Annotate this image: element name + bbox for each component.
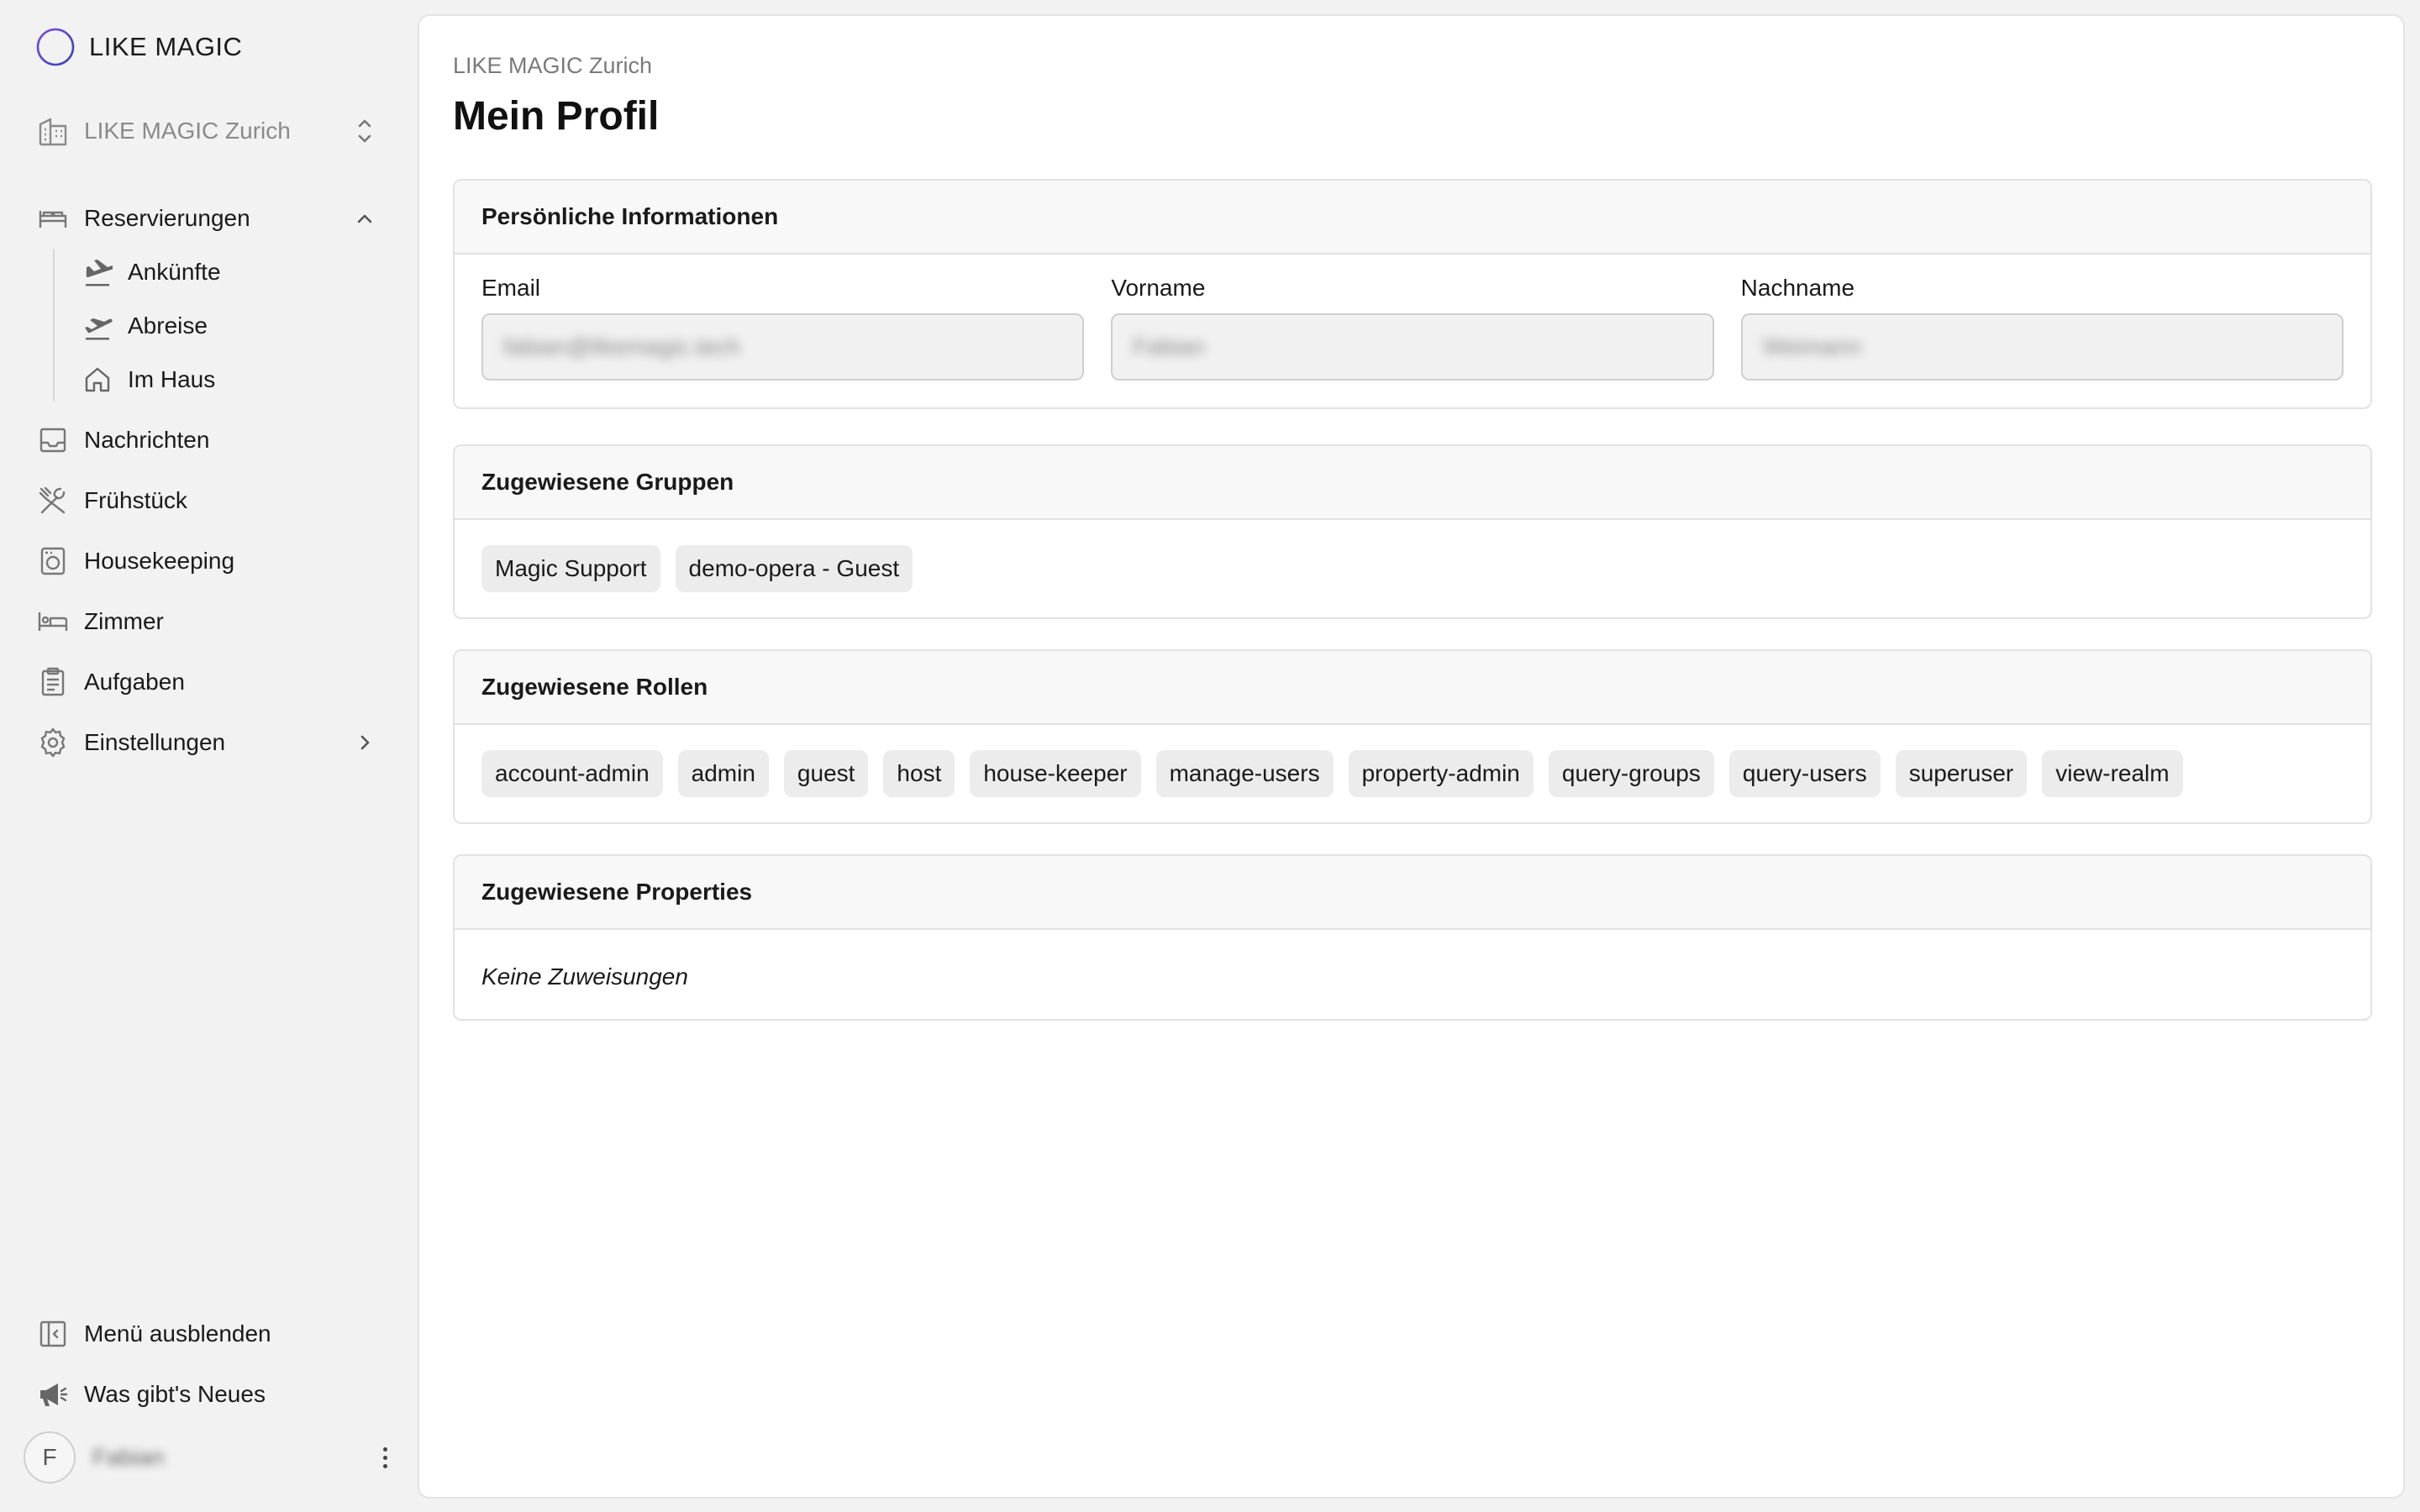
groups-body: Magic Support demo-opera - Guest [455, 520, 2370, 617]
sidebar-item-im-haus[interactable]: Im Haus [82, 358, 376, 402]
card-title: Zugewiesene Gruppen [455, 446, 2370, 520]
empty-state-text: Keine Zuweisungen [481, 963, 688, 990]
lastname-field[interactable]: Weimann [1740, 313, 2344, 381]
sidebar-item-label: Einstellungen [84, 729, 226, 755]
card-title: Persönliche Informationen [455, 181, 2370, 255]
property-switcher-label: LIKE MAGIC Zurich [84, 118, 291, 144]
more-vertical-icon[interactable] [376, 1441, 393, 1474]
sidebar-item-housekeeping[interactable]: Housekeeping [37, 538, 377, 585]
groups-card: Zugewiesene Gruppen Magic Support demo-o… [453, 444, 2372, 619]
firstname-value: Fabian [1133, 333, 1205, 360]
role-chip: account-admin [481, 750, 663, 797]
group-chip: demo-opera - Guest [675, 545, 913, 592]
home-icon [85, 367, 110, 392]
sidebar-item-label: Aufgaben [84, 669, 185, 695]
sidebar-item-nachrichten[interactable]: Nachrichten [37, 417, 377, 464]
breadcrumb[interactable]: LIKE MAGIC Zurich [453, 53, 652, 79]
lastname-field-group: Nachname Weimann [1740, 275, 2344, 381]
gear-icon [40, 727, 66, 758]
role-chip: admin [677, 750, 769, 797]
utensils-icon [39, 486, 66, 514]
sidebar-item-label: Housekeeping [84, 548, 235, 574]
submenu-divider [53, 249, 55, 402]
clipboard-icon [41, 667, 65, 696]
role-chip: query-users [1728, 750, 1881, 797]
role-chip: property-admin [1348, 750, 1534, 797]
panel-collapse-icon [39, 1320, 66, 1347]
sidebar-item-label: Im Haus [128, 366, 216, 392]
firstname-field-group: Vorname Fabian [1111, 275, 1714, 381]
firstname-field[interactable]: Fabian [1111, 313, 1714, 381]
role-chip: superuser [1895, 750, 2028, 797]
roles-card: Zugewiesene Rollen account-admin admin g… [453, 649, 2372, 824]
sidebar-item-ankuenfte[interactable]: Ankünfte [82, 250, 376, 294]
card-title: Zugewiesene Rollen [455, 651, 2370, 725]
sidebar-item-abreise[interactable]: Abreise [82, 304, 376, 348]
role-chip: host [883, 750, 955, 797]
sidebar-item-label: Zimmer [84, 608, 164, 634]
chevron-right-icon [360, 735, 370, 750]
role-chip: manage-users [1155, 750, 1334, 797]
sidebar-item-label: Nachrichten [84, 427, 210, 453]
property-switcher[interactable]: LIKE MAGIC Zurich [37, 108, 377, 155]
whats-new-label: Was gibt's Neues [84, 1381, 266, 1407]
plane-takeoff-icon [85, 318, 113, 340]
email-value: fabian@likemagic.tech [503, 333, 741, 360]
washing-machine-icon [40, 547, 66, 575]
sidebar-item-aufgaben[interactable]: Aufgaben [37, 659, 377, 706]
personal-info-card: Persönliche Informationen Email fabian@l… [453, 179, 2372, 409]
roles-chip-list: account-admin admin guest host house-kee… [481, 750, 2344, 797]
user-menu[interactable]: F Fabian [24, 1430, 393, 1485]
main-panel: LIKE MAGIC Zurich Mein Profil Persönlich… [418, 14, 2405, 1499]
sidebar-item-reservierungen[interactable]: Reservierungen [37, 195, 377, 242]
inbox-icon [39, 428, 66, 453]
user-name: Fabian [92, 1444, 165, 1470]
email-field-group: Email fabian@likemagic.tech [481, 275, 1085, 381]
sidebar-item-label: Frühstück [84, 487, 187, 513]
bed-single-icon [38, 612, 68, 631]
roles-body: account-admin admin guest host house-kee… [455, 725, 2370, 822]
chevron-updown-icon [358, 119, 371, 143]
chevron-up-icon [357, 214, 372, 223]
sidebar: LIKE MAGIC LIKE MAGIC Zurich Reservierun… [0, 0, 418, 1512]
group-chip: Magic Support [481, 545, 660, 592]
sidebar-item-einstellungen[interactable]: Einstellungen [37, 719, 377, 766]
sidebar-item-label: Ankünfte [128, 259, 221, 285]
sidebar-item-fruehstueck[interactable]: Frühstück [37, 477, 377, 524]
sidebar-item-label: Reservierungen [84, 205, 250, 231]
sidebar-item-label: Abreise [128, 312, 208, 339]
ring-logo-icon [36, 28, 75, 66]
role-chip: query-groups [1548, 750, 1714, 797]
card-title: Zugewiesene Properties [455, 856, 2370, 930]
collapse-menu-button[interactable]: Menü ausblenden [37, 1310, 377, 1357]
brand-name: LIKE MAGIC [89, 32, 243, 61]
email-label: Email [481, 275, 541, 301]
properties-card: Zugewiesene Properties Keine Zuweisungen [453, 854, 2372, 1021]
role-chip: view-realm [2042, 750, 2183, 797]
firstname-label: Vorname [1111, 275, 1206, 301]
building-icon [39, 118, 67, 146]
bed-icon [39, 211, 67, 228]
lastname-label: Nachname [1740, 275, 1855, 301]
role-chip: house-keeper [970, 750, 1141, 797]
role-chip: guest [783, 750, 869, 797]
avatar: F [24, 1431, 76, 1483]
whats-new-button[interactable]: Was gibt's Neues [37, 1371, 377, 1418]
lastname-value: Weimann [1762, 333, 1862, 360]
page-title: Mein Profil [453, 94, 660, 139]
brand[interactable]: LIKE MAGIC [35, 25, 242, 69]
properties-body: Keine Zuweisungen [455, 930, 2370, 1019]
sidebar-item-zimmer[interactable]: Zimmer [37, 598, 377, 645]
groups-chip-list: Magic Support demo-opera - Guest [481, 545, 2344, 592]
megaphone-icon [40, 1383, 68, 1406]
collapse-menu-label: Menü ausblenden [84, 1320, 271, 1347]
email-field[interactable]: fabian@likemagic.tech [481, 313, 1085, 381]
plane-landing-icon [86, 260, 113, 286]
personal-fields: Email fabian@likemagic.tech Vorname Fabi… [455, 255, 2370, 407]
